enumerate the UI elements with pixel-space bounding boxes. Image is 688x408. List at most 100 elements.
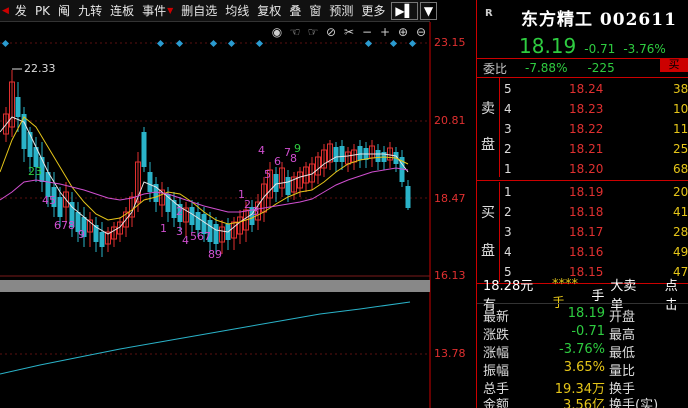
high-price-label: 22.33 (24, 62, 56, 75)
toolbar-event[interactable]: 事件 ▼ (138, 0, 177, 22)
sequence-number: 1 (160, 222, 167, 235)
stat-value: 3.65% (563, 360, 605, 375)
toolbar-forecast[interactable]: 预测 (325, 0, 357, 22)
kline-svg (0, 22, 431, 408)
stat-label: 振幅 (483, 364, 510, 379)
price-tick: 23.15 (434, 36, 466, 49)
price-tick: 13.78 (434, 347, 466, 360)
level-volume: 255 (673, 142, 688, 156)
sequence-number: 678 (54, 219, 75, 232)
price-tick: 20.81 (434, 114, 466, 127)
level-volume: 284 (673, 225, 688, 239)
indicator-line (0, 301, 411, 375)
sell-level-row[interactable]: 2 18.21 255 (477, 139, 688, 159)
buy-level-row[interactable]: 3 18.17 284 (477, 222, 688, 242)
deal-unit: 手 (591, 288, 605, 304)
level-volume: 41 (673, 205, 688, 219)
chart-toolbar: ◀ 发 PK 阄 九转 连板 事件 ▼ 删自选 均线 复权 叠 窗 预测 更多 ▶… (0, 0, 438, 22)
buy-level-row[interactable]: 4 18.16 497 (477, 242, 688, 262)
toolbar-overlay[interactable]: 叠 (285, 0, 305, 22)
level-number: 2 (504, 205, 512, 219)
stat-label: 涨跌 (483, 328, 510, 343)
price-row: 18.19 -0.71 -3.76% (477, 34, 688, 58)
plus-icon[interactable]: + (378, 25, 392, 39)
level-price: 18.16 (569, 245, 604, 259)
level-number: 5 (504, 82, 512, 96)
sell-level-row[interactable]: 1 18.20 684 (477, 159, 688, 179)
last-price: 18.19 (519, 34, 577, 58)
sequence-number: 9 (294, 142, 301, 155)
stat-row: 涨幅 -3.76% 最低 (477, 342, 688, 361)
stat-label: 开盘 (609, 310, 636, 325)
stock-code: 002611 (599, 10, 677, 30)
toolbar-fa[interactable]: 发 (11, 0, 31, 22)
level-price: 18.19 (569, 185, 604, 199)
book-separator (477, 180, 688, 181)
toolbar-window[interactable]: 窗 (305, 0, 325, 22)
event-markers (1, 39, 417, 48)
sequence-number: 2 (244, 198, 251, 211)
stat-label: 涨幅 (483, 346, 510, 361)
buy-level-row[interactable]: 1 18.19 20 (477, 182, 688, 202)
toolbar-lianban[interactable]: 连板 (106, 0, 138, 22)
stat-label: 量比 (609, 364, 636, 379)
sequence-number: 4 (182, 234, 189, 247)
minus-icon[interactable]: − (360, 25, 374, 39)
level-volume: 102 (673, 102, 688, 116)
toolbar-delete-fav[interactable]: 删自选 (177, 0, 221, 22)
toolbar-pk[interactable]: PK (31, 0, 54, 22)
sequence-number: 567 (190, 230, 211, 243)
weibi-diff: -225 (587, 61, 615, 75)
level-price: 18.18 (569, 205, 604, 219)
ban-icon[interactable]: ⊘ (324, 25, 338, 39)
level-price: 18.22 (569, 122, 604, 136)
sequence-number: 89 (208, 248, 222, 261)
level-price: 18.23 (569, 102, 604, 116)
dropdown-icon: ▼ (167, 5, 174, 15)
sell-level-row[interactable]: 5 18.24 381 (477, 79, 688, 99)
weibi-row: 委比 -7.88% -225 (477, 58, 688, 78)
price-tick: 18.47 (434, 192, 466, 205)
stat-label: 换手(实) (609, 398, 659, 408)
r-badge: R (485, 8, 493, 19)
stat-row: 金额 3.56亿 换手(实) (477, 394, 688, 408)
toolbar-ma[interactable]: 均线 (221, 0, 253, 22)
stat-row: 涨跌 -0.71 最高 (477, 324, 688, 343)
minus-circle-icon[interactable]: ⊖ (414, 25, 428, 39)
level-price: 18.20 (569, 162, 604, 176)
sell-level-row[interactable]: 3 18.22 110 (477, 119, 688, 139)
stat-value: 18.19 (567, 306, 605, 321)
triangle-left-icon[interactable]: ◀ (0, 6, 11, 16)
level-price: 18.24 (569, 82, 604, 96)
level-number: 1 (504, 162, 512, 176)
toolbar-restore-rights[interactable]: 复权 (253, 0, 285, 22)
sell-level-row[interactable]: 4 18.23 102 (477, 99, 688, 119)
toolbar-jiuzhuan[interactable]: 九转 (74, 0, 106, 22)
eye-icon[interactable]: ◉ (270, 25, 284, 39)
quote-panel: R 东方精工 002611 18.19 -0.71 -3.76% 委比 -7.8… (476, 0, 688, 408)
level-price: 18.21 (569, 142, 604, 156)
hand-icon[interactable]: ☞ (306, 25, 320, 39)
weibi-label: 委比 (483, 61, 508, 76)
stat-label: 金额 (483, 398, 510, 408)
dropdown-icon[interactable]: ▼ (419, 1, 438, 20)
buy-level-row[interactable]: 2 18.18 41 (477, 202, 688, 222)
level-volume: 497 (673, 245, 688, 259)
scissors-icon[interactable]: ✂ (342, 25, 356, 39)
pin-icon[interactable]: ▶▌ (391, 1, 418, 20)
stat-label: 最高 (609, 328, 636, 343)
big-order-row[interactable]: 18.28元有 ****手 手 大卖单 点击 (477, 277, 688, 313)
hand-icon[interactable]: ☜ (288, 25, 302, 39)
level-number: 1 (504, 185, 512, 199)
sequence-number: 2 (176, 205, 183, 218)
level-volume: 20 (673, 185, 688, 199)
sequence-number: 23 (28, 165, 42, 178)
toolbar-jiu[interactable]: 阄 (54, 0, 74, 22)
stats-separator (477, 303, 688, 304)
add-circle-icon[interactable]: ⊕ (396, 25, 410, 39)
level-volume: 684 (673, 162, 688, 176)
buy-button[interactable]: 买 (660, 58, 688, 72)
chart-icon-row: ◉ ☜ ☞ ⊘ ✂ − + ⊕ ⊖ (270, 25, 428, 39)
kline-chart[interactable]: 22.33 23.15 20.81 18.47 16.13 13.78 23 4… (0, 22, 466, 408)
toolbar-more[interactable]: 更多 (357, 0, 389, 22)
